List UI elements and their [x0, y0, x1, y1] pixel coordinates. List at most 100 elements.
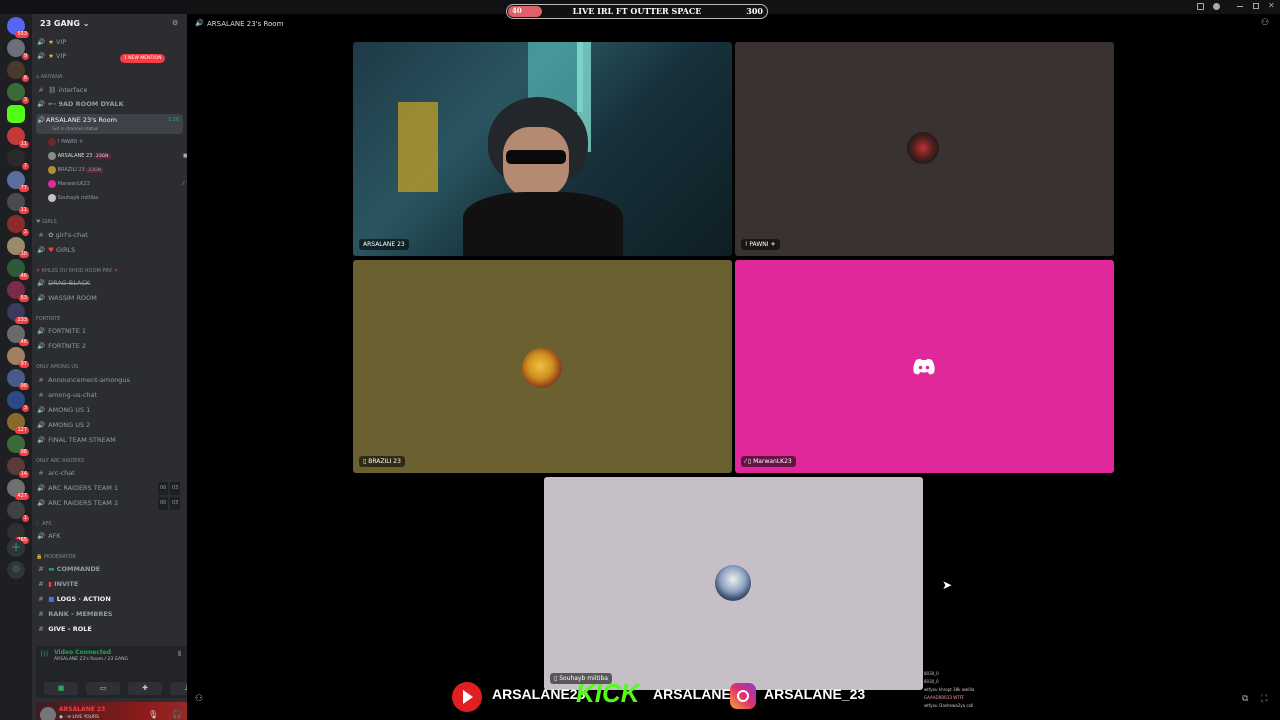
- video-tile-brazili[interactable]: ▯ BRAZILI 23: [353, 260, 732, 473]
- server-icon[interactable]: 1: [7, 501, 29, 522]
- channel-arsalane-room[interactable]: 🔊ARSALANE 23's Room 1:26 Set a channel s…: [36, 114, 183, 134]
- inbox-icon[interactable]: [1197, 3, 1204, 10]
- video-tile-pawni[interactable]: ! PAWNI ⚜: [735, 42, 1114, 256]
- channel-status[interactable]: Set a channel status: [36, 125, 183, 134]
- channel-arc-raiders-2[interactable]: 🔊 ARC RAIDERS TEAM 2 00 03: [36, 497, 183, 510]
- avatar: [522, 348, 562, 388]
- server-icon[interactable]: 98: [7, 369, 29, 390]
- channel-commande[interactable]: # ▬ COMMANDE: [36, 563, 183, 576]
- youtube-play-icon: [463, 690, 473, 704]
- server-icon[interactable]: 6: [7, 61, 29, 82]
- badge: 7: [21, 163, 29, 170]
- server-icon[interactable]: 10: [7, 237, 29, 258]
- close-icon[interactable]: ✕: [1268, 1, 1275, 10]
- username[interactable]: ARSALANE 23: [59, 706, 105, 713]
- channel-give-role[interactable]: # GIVE - ROLE: [36, 623, 183, 636]
- server-icon[interactable]: 53: [7, 281, 29, 302]
- channel-wassim-room[interactable]: 🔊 WASSIM ROOM: [36, 292, 183, 305]
- server-icon[interactable]: 427: [7, 479, 29, 500]
- voice-status[interactable]: Video Connected: [54, 649, 111, 656]
- channel-interface[interactable]: # ⛓ interface: [36, 84, 183, 97]
- voice-user[interactable]: ! PAWNI ⚜: [48, 136, 187, 149]
- user-status[interactable]: ◉ · ✉ LIVE YOURS: [59, 715, 99, 720]
- server-icon[interactable]: 11: [7, 127, 29, 148]
- channel-9ad-room[interactable]: 🔊 ←· 9AD ROOM DYALK: [36, 98, 183, 111]
- channel-girls[interactable]: 🔊 ♥ GIRLS: [36, 244, 183, 257]
- noise-suppression-icon[interactable]: ⦀: [178, 650, 181, 659]
- server-icon[interactable]: 9: [7, 39, 29, 60]
- voice-user[interactable]: ARSALANE 23 23GN ■: [48, 150, 187, 163]
- voice-location[interactable]: ARSALANE 23's Room / 23 GANG: [54, 657, 128, 662]
- fullscreen-icon[interactable]: ⛶: [1261, 694, 1267, 704]
- video-tile-marwan[interactable]: ⁄ ▯ MarwanLK23: [735, 260, 1114, 473]
- explore-icon[interactable]: ◎: [7, 561, 25, 579]
- muted-icon: ⁄: [183, 181, 184, 187]
- soundboard-button[interactable]: ♫: [170, 682, 187, 695]
- server-boost-icon[interactable]: ⚙: [172, 19, 178, 27]
- badge: 6: [21, 75, 29, 82]
- maximize-icon[interactable]: [1253, 3, 1259, 9]
- channel-arc-chat[interactable]: # arc-chat: [36, 467, 183, 480]
- headphones-icon[interactable]: 🎧: [172, 710, 182, 719]
- channel-announcement-amongus[interactable]: # Announcement-amongus: [36, 374, 183, 387]
- avatar[interactable]: [40, 707, 56, 720]
- channel-fortnite-1[interactable]: 🔊 FORTNITE 1: [36, 325, 183, 338]
- server-icon[interactable]: 46: [7, 325, 29, 346]
- kick-server-icon[interactable]: [7, 105, 25, 123]
- category-among-us[interactable]: ONLY AMONG US: [36, 361, 183, 374]
- server-icon[interactable]: 2: [7, 215, 29, 236]
- camera-button[interactable]: ■: [44, 682, 78, 695]
- channel-logs-action[interactable]: # ■ LOGS · ACTION: [36, 593, 183, 606]
- channel-invite[interactable]: # ▮ INVITE: [36, 578, 183, 591]
- server-icon[interactable]: 7: [7, 149, 29, 170]
- people-icon[interactable]: ⚇: [1261, 18, 1269, 28]
- channel-drag-black[interactable]: 🔊 DRAG BLACK: [36, 277, 183, 290]
- channel-among-us-2[interactable]: 🔊 AMONG US 2: [36, 419, 183, 432]
- badge: 14: [18, 471, 29, 478]
- user-limit: 00: [158, 497, 169, 510]
- voice-connection-panel: ))) Video Connected ARSALANE 23's Room /…: [36, 646, 187, 698]
- activities-button[interactable]: ✚: [128, 682, 162, 695]
- channel-among-us-1[interactable]: 🔊 AMONG US 1: [36, 404, 183, 417]
- screen-share-button[interactable]: ▭: [86, 682, 120, 695]
- badge: 46: [18, 273, 29, 280]
- microphone-icon[interactable]: 🎙: [148, 710, 158, 719]
- server-icon[interactable]: 46: [7, 259, 29, 280]
- server-icon[interactable]: 3: [7, 391, 29, 412]
- server-icon[interactable]: 77: [7, 171, 29, 192]
- video-tile-arsalane[interactable]: ARSALANE 23: [353, 42, 732, 256]
- server-icon[interactable]: 127: [7, 413, 29, 434]
- channel-among-us-chat[interactable]: # among-us-chat: [36, 389, 183, 402]
- category-girls[interactable]: ♥ GIRLS: [36, 216, 183, 229]
- help-icon[interactable]: [1213, 3, 1220, 10]
- minimize-icon[interactable]: [1237, 6, 1243, 7]
- server-icon[interactable]: 11: [7, 193, 29, 214]
- add-server-icon[interactable]: +: [7, 539, 25, 557]
- server-icon[interactable]: 97: [7, 347, 29, 368]
- channel-girls-chat[interactable]: # ✿ girl's-chat: [36, 229, 183, 242]
- server-icon[interactable]: 14: [7, 457, 29, 478]
- channel-arc-raiders-1[interactable]: 🔊 ARC RAIDERS TEAM 1 00 03: [36, 482, 183, 495]
- channel-afk[interactable]: 🔊 AFK: [36, 530, 183, 543]
- server-icon[interactable]: 233: [7, 303, 29, 324]
- avatar: [715, 565, 751, 601]
- popout-icon[interactable]: ⧉: [1242, 694, 1248, 704]
- category-ariyana[interactable]: ⌂ Ariyana: [36, 71, 183, 84]
- badge: 9: [21, 53, 29, 60]
- invite-icon[interactable]: ⚇: [195, 694, 203, 704]
- channel-fortnite-2[interactable]: 🔊 FORTNITE 2: [36, 340, 183, 353]
- direct-messages-icon[interactable]: 553: [7, 17, 29, 38]
- channel-rank-membres[interactable]: # RANK - MEMBRES: [36, 608, 183, 621]
- server-icon[interactable]: 3: [7, 83, 29, 104]
- server-icon[interactable]: 98: [7, 435, 29, 456]
- voice-user[interactable]: BRAZILI 23 23GN: [48, 164, 187, 177]
- channel-final-team-stream[interactable]: 🔊 FINAL TEAM STREAM: [36, 434, 183, 447]
- new-mention-badge[interactable]: 1 NEW MENTION: [120, 54, 166, 63]
- voice-user[interactable]: MarwanLK23 ⁄: [48, 178, 187, 191]
- voice-user[interactable]: Souhayb miitiba: [48, 192, 187, 205]
- video-tile-souhayb[interactable]: ▯ Souhayb miitiba: [544, 477, 923, 690]
- signal-icon[interactable]: ))): [40, 650, 48, 658]
- channel-vip-1[interactable]: 🔊 ★ VIP: [36, 36, 183, 49]
- server-name[interactable]: 23 GANG ⌄: [40, 19, 89, 28]
- goal-target: 300: [746, 6, 763, 16]
